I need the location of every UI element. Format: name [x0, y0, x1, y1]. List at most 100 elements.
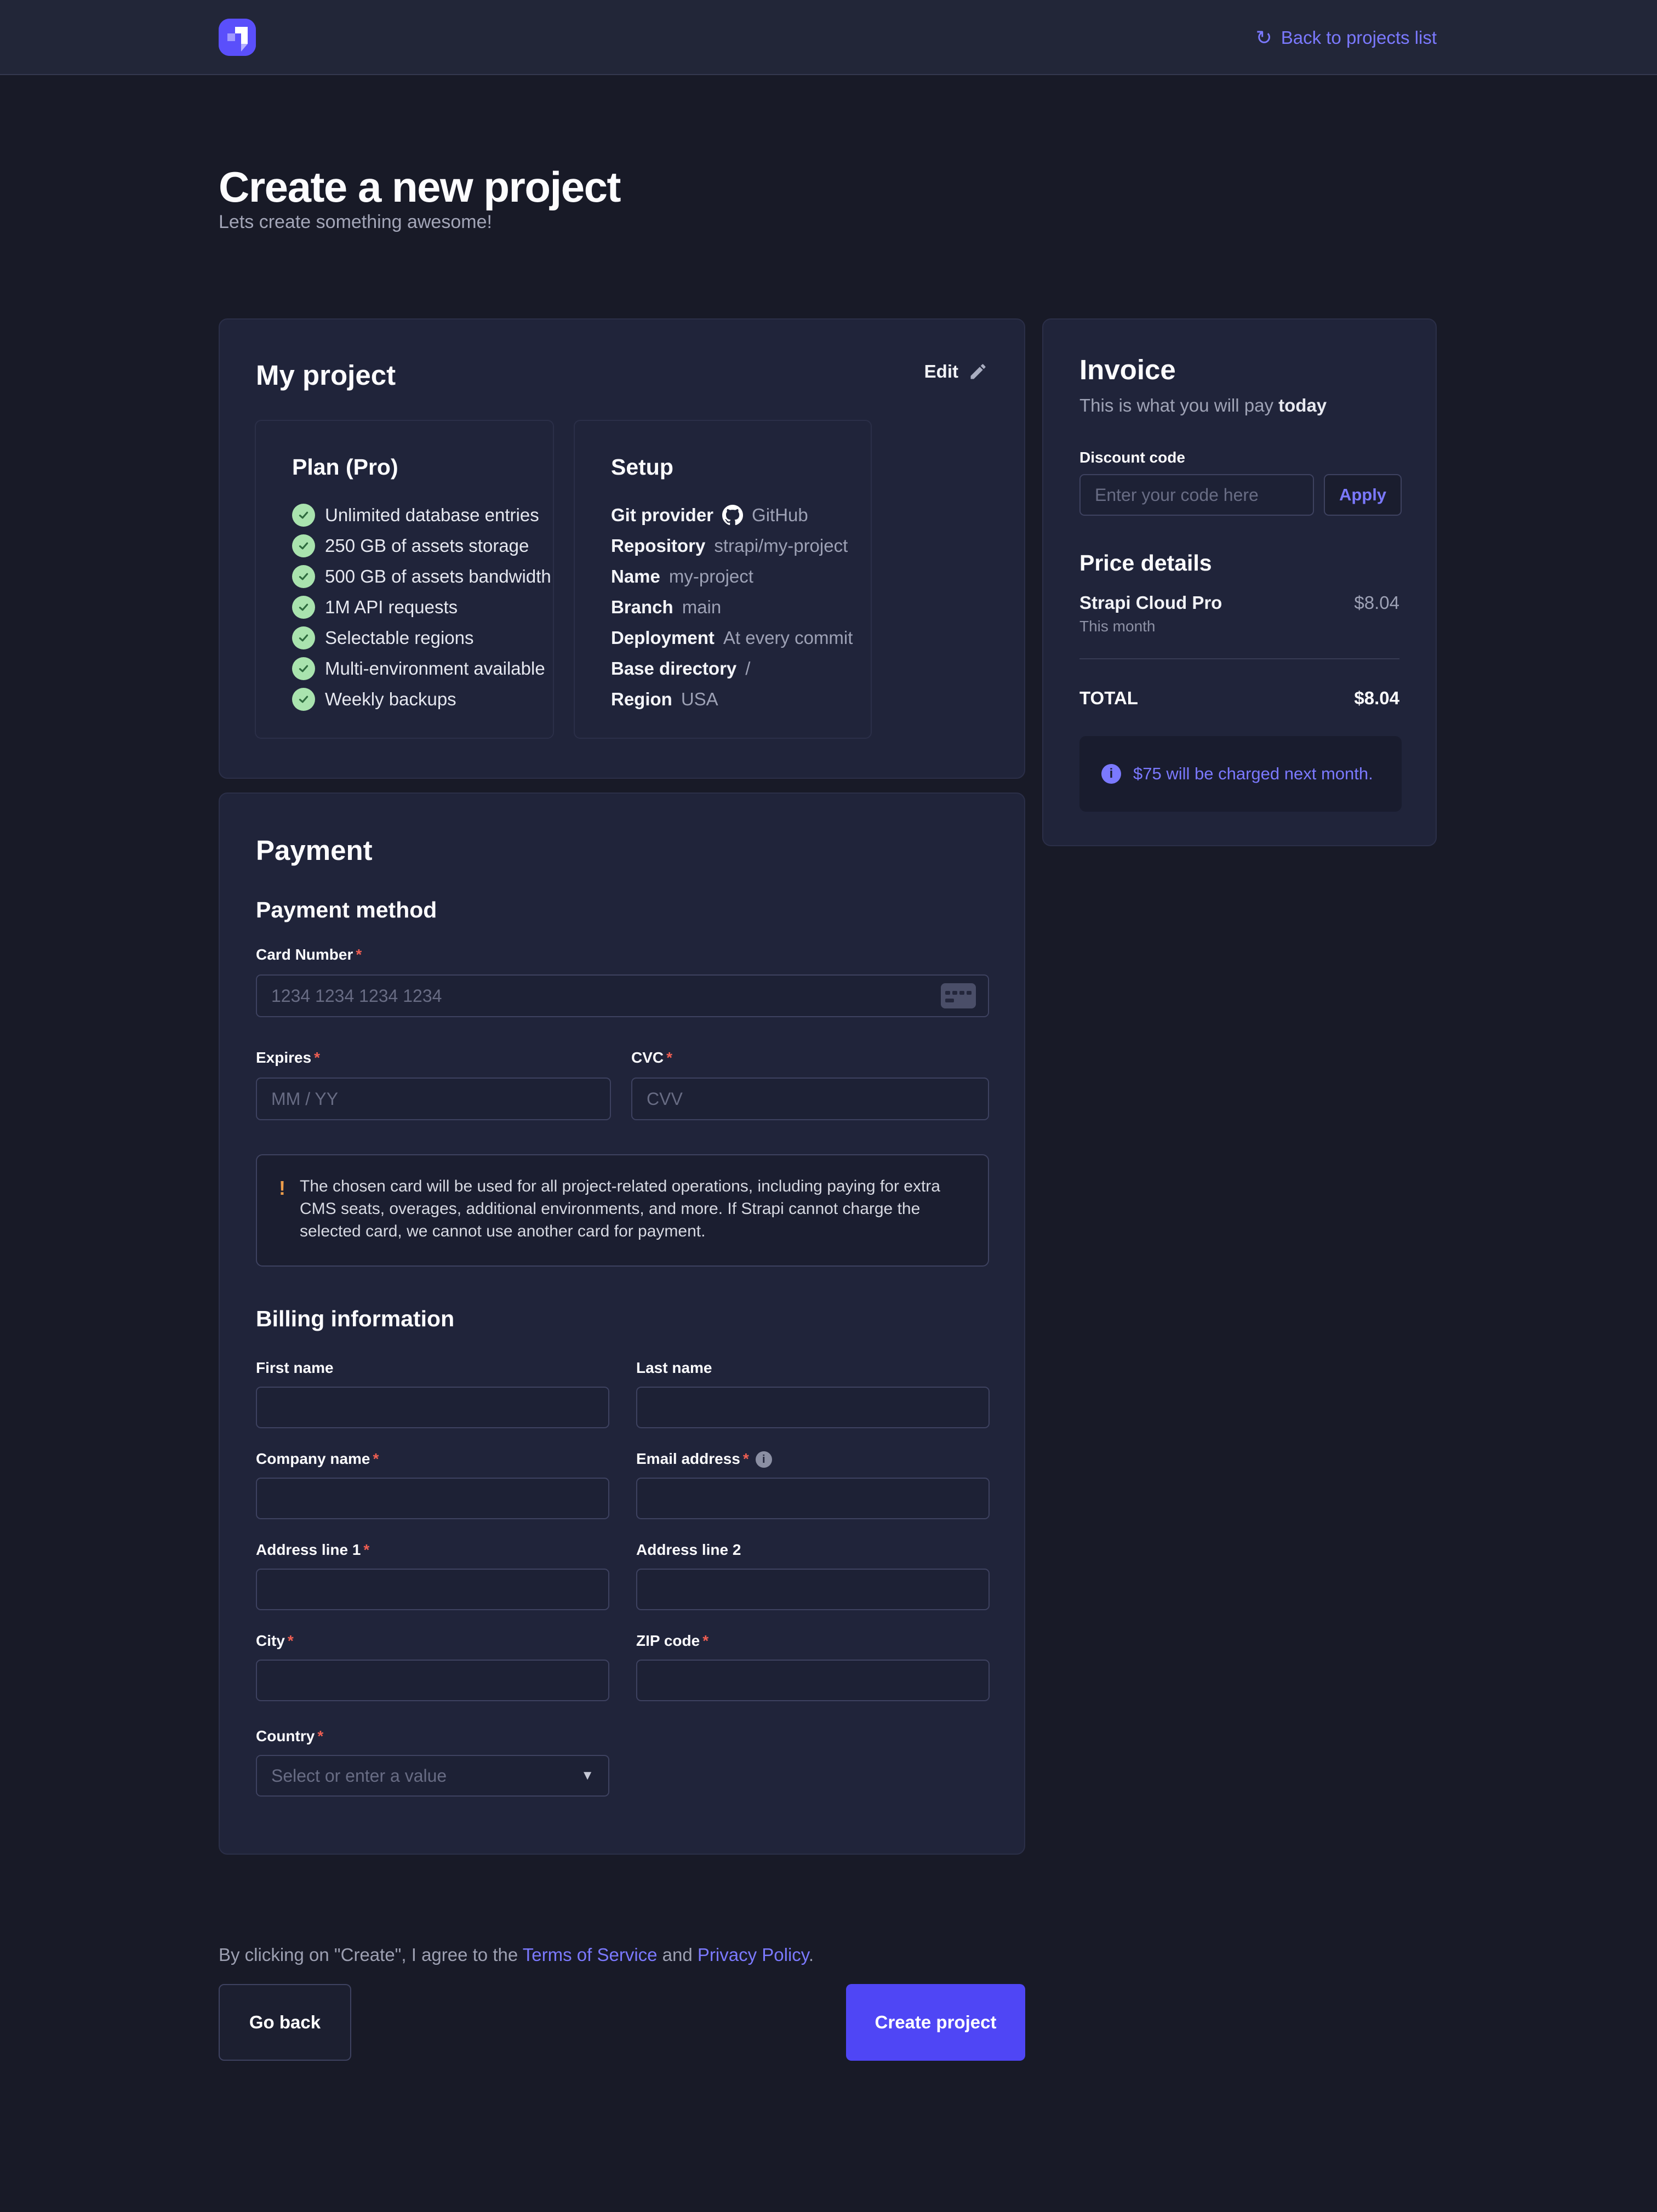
email-info-icon[interactable]: i — [756, 1451, 772, 1468]
billing-field-label-text: Address line 2 — [636, 1542, 741, 1558]
plan-feature-label: Selectable regions — [325, 628, 474, 648]
github-icon — [722, 505, 743, 526]
expires-input[interactable] — [256, 1078, 611, 1120]
billing-field-input[interactable] — [256, 1569, 609, 1610]
setup-row-value: my-project — [669, 566, 753, 587]
apply-discount-button[interactable]: Apply — [1324, 474, 1402, 516]
billing-field: Last name — [636, 1360, 990, 1428]
billing-field: Address line 2 — [636, 1542, 990, 1610]
info-icon: i — [1101, 764, 1121, 784]
billing-field-input[interactable] — [636, 1478, 990, 1519]
back-to-projects-link[interactable]: ↻ Back to projects list — [1256, 0, 1437, 75]
setup-row-value: USA — [681, 689, 718, 710]
card-number-field-wrap — [256, 974, 989, 1017]
line-item-amount: $8.04 — [1354, 592, 1399, 613]
plan-feature-item: Multi-environment available — [292, 653, 551, 684]
setup-row: Repositorystrapi/my-project — [611, 531, 853, 561]
plan-feature-item: 500 GB of assets bandwidth — [292, 561, 551, 592]
page-subtitle: Lets create something awesome! — [219, 213, 492, 231]
check-icon — [292, 504, 315, 527]
required-marker: * — [666, 1050, 672, 1065]
cvc-label-text: CVC — [631, 1050, 664, 1065]
billing-field-label: First name — [256, 1360, 609, 1376]
terms-prefix: By clicking on "Create", I agree to the — [219, 1945, 523, 1965]
plan-feature-label: Weekly backups — [325, 689, 456, 710]
setup-row: RegionUSA — [611, 684, 853, 715]
card-number-label-text: Card Number — [256, 947, 353, 962]
go-back-button[interactable]: Go back — [219, 1984, 351, 2061]
plan-feature-item: Selectable regions — [292, 623, 551, 653]
chevron-down-icon: ▼ — [581, 1768, 594, 1783]
billing-field-label-text: City — [256, 1633, 285, 1649]
cvc-input[interactable] — [631, 1078, 989, 1120]
country-field: Country* Select or enter a value ▼ — [256, 1729, 609, 1797]
setup-row-value: GitHub — [752, 505, 808, 526]
billing-field-label: Address line 2 — [636, 1542, 990, 1558]
invoice-card: Invoice This is what you will pay today … — [1042, 318, 1437, 846]
billing-field-label: Address line 1* — [256, 1542, 609, 1558]
country-label: Country* — [256, 1729, 609, 1744]
setup-title: Setup — [611, 456, 673, 478]
payment-card: Payment Payment method Card Number* Expi… — [219, 793, 1025, 1855]
billing-field-label: Last name — [636, 1360, 990, 1376]
next-month-note: i $75 will be charged next month. — [1079, 736, 1402, 812]
billing-field-input[interactable] — [256, 1660, 609, 1701]
plan-title: Plan (Pro) — [292, 456, 398, 478]
payment-title: Payment — [256, 836, 373, 864]
privacy-policy-link[interactable]: Privacy Policy — [698, 1945, 809, 1965]
go-back-button-label: Go back — [249, 2012, 321, 2033]
top-navigation-bar: ↻ Back to projects list — [0, 0, 1657, 75]
plan-feature-list: Unlimited database entries 250 GB of asse… — [292, 500, 551, 715]
setup-row: Name my-project — [611, 561, 853, 592]
strapi-logo-icon[interactable] — [219, 19, 256, 56]
check-icon — [292, 534, 315, 557]
billing-field-input[interactable] — [636, 1660, 990, 1701]
invoice-subtitle-prefix: This is what you will pay — [1079, 395, 1278, 415]
plan-feature-item: Unlimited database entries — [292, 500, 551, 531]
setup-row-list: Git providerGitHubRepositorystrapi/my-pr… — [611, 500, 853, 715]
check-icon — [292, 626, 315, 649]
billing-field-label: Email address*i — [636, 1451, 990, 1467]
terms-of-service-link[interactable]: Terms of Service — [523, 1945, 658, 1965]
billing-field: Email address*i — [636, 1451, 990, 1519]
billing-field-input[interactable] — [636, 1387, 990, 1428]
required-marker: * — [373, 1451, 379, 1467]
setup-row: Git providerGitHub — [611, 500, 853, 531]
plan-feature-item: 250 GB of assets storage — [292, 531, 551, 561]
card-number-input[interactable] — [256, 974, 989, 1017]
my-project-title: My project — [256, 361, 396, 389]
edit-project-button[interactable]: Edit — [924, 361, 988, 382]
billing-field: Address line 1* — [256, 1542, 609, 1610]
credit-card-icon — [941, 983, 976, 1008]
edit-pencil-icon — [968, 362, 988, 381]
plan-feature-label: 500 GB of assets bandwidth — [325, 566, 551, 587]
required-marker: * — [743, 1451, 749, 1467]
billing-field-label: Company name* — [256, 1451, 609, 1467]
plan-feature-label: Unlimited database entries — [325, 505, 539, 526]
country-select[interactable]: Select or enter a value ▼ — [256, 1755, 609, 1797]
create-project-button[interactable]: Create project — [846, 1984, 1025, 2061]
card-number-label: Card Number* — [256, 947, 362, 962]
warning-icon: ! — [279, 1178, 285, 1246]
billing-field-input[interactable] — [256, 1478, 609, 1519]
setup-row-label: Name — [611, 566, 660, 587]
billing-field-input[interactable] — [256, 1387, 609, 1428]
edit-button-label: Edit — [924, 361, 958, 382]
billing-field-input[interactable] — [636, 1569, 990, 1610]
check-icon — [292, 688, 315, 711]
line-item-period: This month — [1079, 618, 1156, 635]
billing-field: City* — [256, 1633, 609, 1701]
setup-row: Base directory/ — [611, 653, 853, 684]
back-link-label: Back to projects list — [1281, 27, 1437, 48]
setup-row-label: Base directory — [611, 658, 736, 679]
discount-code-label: Discount code — [1079, 450, 1185, 465]
page-title: Create a new project — [219, 166, 620, 208]
billing-field-label-text: ZIP code — [636, 1633, 700, 1649]
plan-summary-box: Plan (Pro) Unlimited database entries 250… — [255, 420, 554, 739]
discount-code-input[interactable] — [1079, 474, 1314, 516]
required-marker: * — [363, 1542, 369, 1558]
billing-field-label: ZIP code* — [636, 1633, 990, 1649]
check-icon — [292, 565, 315, 588]
invoice-title: Invoice — [1079, 356, 1176, 384]
terms-suffix: . — [809, 1945, 814, 1965]
